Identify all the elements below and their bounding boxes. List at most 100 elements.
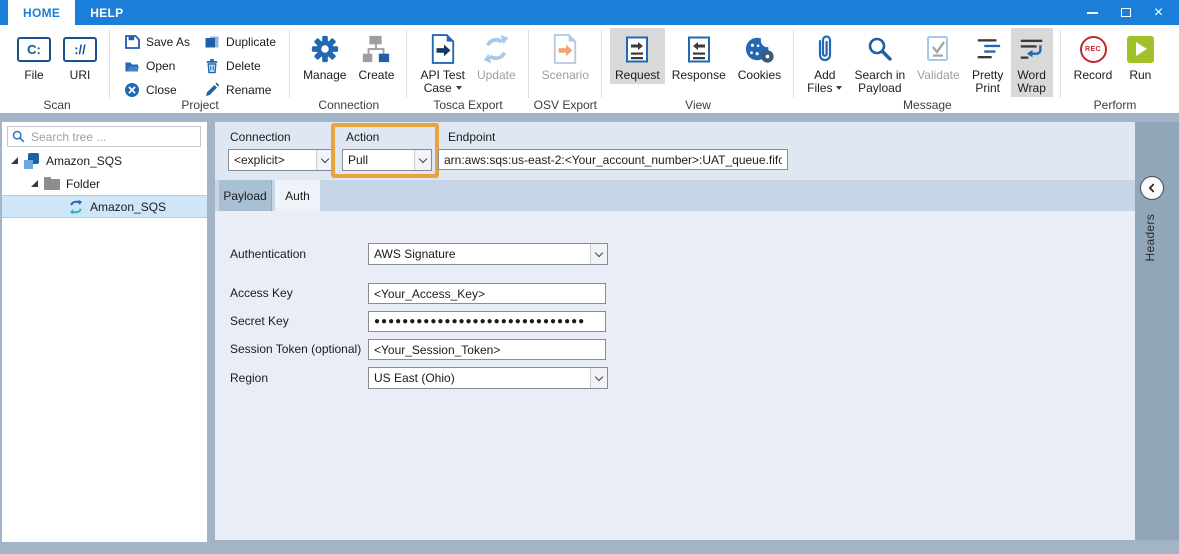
close-button[interactable]: ×	[1142, 0, 1175, 25]
secret-key-input[interactable]	[368, 311, 606, 332]
uri-button[interactable]: :// URI	[58, 28, 102, 84]
expander-icon[interactable]	[11, 157, 18, 164]
dropdown-caret-icon	[456, 86, 462, 90]
update-label: Update	[477, 69, 516, 82]
payload-auth-tab-strip: Payload Auth	[215, 180, 1135, 211]
request-button[interactable]: Request	[610, 28, 665, 84]
project-root-icon	[24, 153, 40, 169]
main-panel: Connection <explicit> Action Pull Endpoi…	[215, 122, 1135, 540]
endpoint-input[interactable]	[438, 149, 788, 170]
record-button[interactable]: REC Record	[1069, 28, 1118, 84]
tab-home[interactable]: HOME	[8, 0, 75, 25]
word-wrap-label-2: Wrap	[1017, 82, 1045, 95]
action-select[interactable]: Pull	[342, 149, 432, 171]
tab-payload[interactable]: Payload	[219, 180, 272, 211]
open-folder-icon	[124, 58, 140, 74]
maximize-button[interactable]	[1109, 0, 1142, 25]
duplicate-button[interactable]: Duplicate	[201, 30, 279, 54]
ribbon: C: File :// URI Scan Save As Open	[0, 25, 1179, 113]
access-key-input[interactable]	[368, 283, 606, 304]
minimize-button[interactable]	[1076, 0, 1109, 25]
connection-select-value: <explicit>	[229, 150, 316, 170]
tab-auth[interactable]: Auth	[275, 180, 320, 211]
dropdown-caret-icon	[836, 86, 842, 90]
response-button[interactable]: Response	[667, 28, 731, 84]
tab-home-label: HOME	[23, 6, 60, 20]
record-icon: REC	[1080, 36, 1107, 63]
group-label-scan: Scan	[4, 98, 110, 112]
region-select-value: US East (Ohio)	[369, 368, 590, 388]
sitemap-icon	[361, 34, 391, 64]
session-token-label: Session Token (optional)	[230, 342, 361, 356]
connection-select[interactable]: <explicit>	[228, 149, 334, 171]
tree-item-project-root[interactable]: Amazon_SQS	[2, 149, 207, 172]
authentication-select[interactable]: AWS Signature	[368, 243, 608, 265]
tree-item-folder[interactable]: Folder	[2, 172, 207, 195]
close-label: Close	[146, 83, 177, 97]
api-test-case-button[interactable]: API Test Case	[415, 28, 469, 97]
cookies-button[interactable]: Cookies	[733, 28, 786, 84]
word-wrap-button[interactable]: Word Wrap	[1011, 28, 1053, 97]
run-button[interactable]: Run	[1119, 28, 1161, 84]
uri-icon-text: ://	[74, 42, 86, 57]
action-dropdown-arrow[interactable]	[414, 150, 431, 170]
chevron-left-icon	[1146, 182, 1158, 194]
paperclip-icon	[813, 34, 837, 64]
search-icon	[12, 130, 25, 143]
minimize-icon	[1087, 12, 1098, 14]
region-select[interactable]: US East (Ohio)	[368, 367, 608, 389]
access-key-label: Access Key	[230, 286, 293, 300]
file-button[interactable]: C: File	[12, 28, 56, 84]
add-files-button[interactable]: Add Files	[802, 28, 847, 97]
connection-bar: Connection <explicit> Action Pull Endpoi…	[215, 122, 1135, 180]
tab-help[interactable]: HELP	[75, 0, 138, 25]
headers-rail[interactable]: Headers	[1135, 122, 1179, 540]
trash-icon	[204, 58, 220, 74]
action-field-label: Action	[346, 130, 379, 144]
tab-help-label: HELP	[90, 6, 123, 20]
rec-text: REC	[1085, 46, 1101, 53]
authentication-select-value: AWS Signature	[369, 244, 590, 264]
response-document-icon	[688, 36, 710, 63]
headers-collapse-button[interactable]	[1140, 176, 1164, 200]
pencil-icon	[204, 82, 220, 98]
pretty-print-button[interactable]: Pretty Print	[967, 28, 1009, 97]
gear-icon	[310, 34, 340, 64]
duplicate-label: Duplicate	[226, 35, 276, 49]
connection-dropdown-arrow[interactable]	[316, 150, 333, 170]
open-label: Open	[146, 59, 175, 73]
headers-panel-label: Headers	[1143, 214, 1157, 261]
region-dropdown-arrow[interactable]	[590, 368, 607, 388]
folder-icon	[44, 177, 60, 190]
refresh-icon	[481, 34, 511, 64]
tree-search-input[interactable]	[29, 129, 196, 145]
authentication-dropdown-arrow[interactable]	[590, 244, 607, 264]
project-tree: Amazon_SQS Folder Amazon_SQS	[2, 149, 207, 218]
chevron-down-icon	[595, 372, 603, 380]
open-button[interactable]: Open	[121, 54, 193, 78]
tab-payload-label: Payload	[223, 189, 266, 203]
tree-item-amazon-sqs[interactable]: Amazon_SQS	[2, 195, 207, 218]
request-document-icon	[626, 36, 648, 63]
auth-form: Authentication AWS Signature Access Key …	[215, 211, 1135, 540]
validate-label: Validate	[917, 69, 959, 82]
window-controls: ×	[1076, 0, 1179, 25]
titlebar: HOME HELP ×	[0, 0, 1179, 25]
ribbon-group-message: Add Files Search in Payload	[794, 25, 1061, 113]
manage-label: Manage	[303, 69, 346, 82]
save-as-button[interactable]: Save As	[121, 30, 193, 54]
create-button[interactable]: Create	[353, 28, 399, 84]
uri-button-label: URI	[70, 69, 91, 82]
manage-button[interactable]: Manage	[298, 28, 351, 84]
document-arrow-salmon-icon	[552, 34, 578, 64]
delete-button[interactable]: Delete	[201, 54, 279, 78]
close-circle-icon	[124, 82, 140, 98]
secret-key-label: Secret Key	[230, 314, 289, 328]
expander-icon[interactable]	[31, 180, 38, 187]
tree-search-box[interactable]	[7, 126, 201, 147]
search-in-payload-label-2: Payload	[858, 82, 901, 95]
group-label-view: View	[602, 98, 794, 112]
search-in-payload-button[interactable]: Search in Payload	[849, 28, 910, 97]
session-token-input[interactable]	[368, 339, 606, 360]
add-files-label-2: Files	[807, 81, 832, 95]
